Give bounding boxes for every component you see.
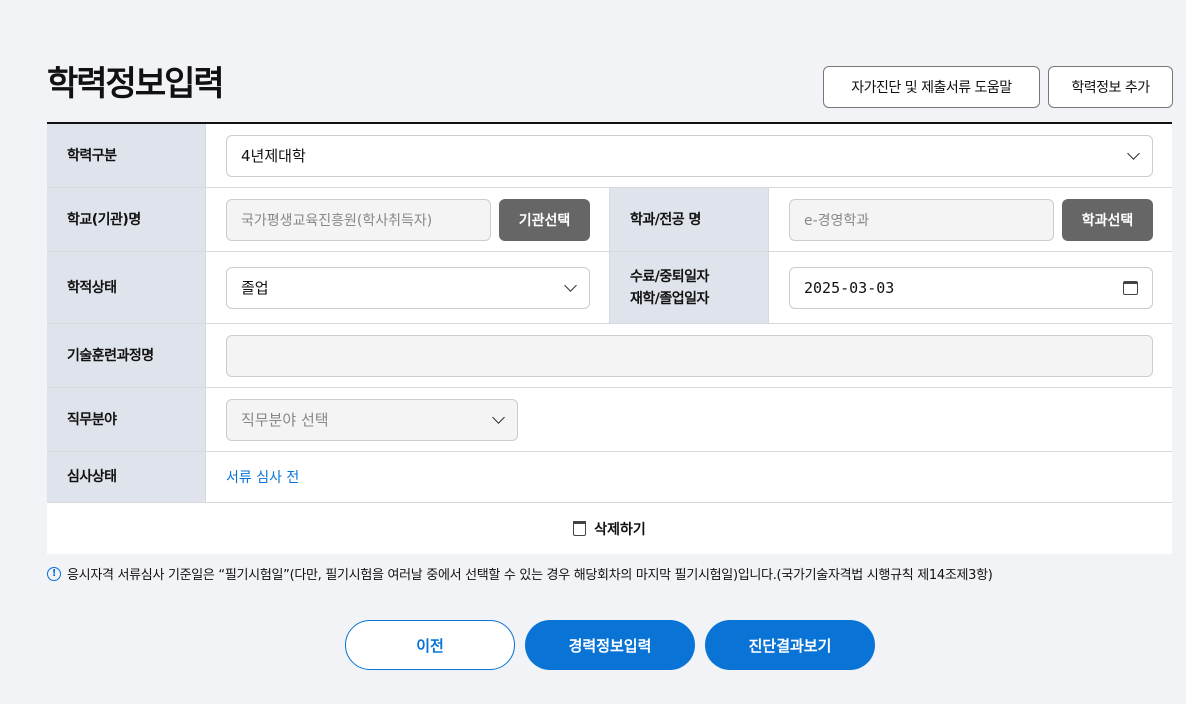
career-button[interactable]: 경력정보입력 [525, 620, 695, 670]
job-select[interactable]: 직무분야 선택 [226, 398, 518, 441]
review-status: 서류 심사 전 [226, 470, 300, 486]
job-label: 직무분야 [47, 388, 206, 451]
chevron-down-icon [564, 278, 577, 292]
review-label: 심사상태 [47, 452, 206, 502]
date-label: 수료/중퇴일자 재학/졸업일자 [609, 252, 769, 323]
select-major-button[interactable]: 학과선택 [1062, 198, 1153, 241]
school-input[interactable]: 국가평생교육진흥원(학사취득자) [226, 198, 491, 241]
chevron-down-icon [492, 410, 505, 424]
chevron-down-icon [1127, 146, 1140, 160]
education-form: 학력구분 4년제대학 학교(기관)명 국가평생교육진흥원(학사취득자) 기관선택 … [47, 122, 1172, 554]
info-icon: ! [47, 566, 61, 581]
page-title: 학력정보입력 [47, 64, 225, 104]
select-institution-button[interactable]: 기관선택 [499, 198, 590, 241]
edu-type-select[interactable]: 4년제대학 [226, 134, 1153, 177]
course-label: 기술훈련과정명 [47, 324, 206, 387]
major-input[interactable]: e-경영학과 [789, 198, 1054, 241]
major-label: 학과/전공 명 [609, 188, 769, 251]
course-input[interactable] [226, 334, 1153, 377]
calendar-icon[interactable] [1123, 280, 1138, 295]
school-label: 학교(기관)명 [47, 188, 206, 251]
prev-button[interactable]: 이전 [345, 620, 515, 670]
status-select[interactable]: 졸업 [226, 266, 590, 309]
result-button[interactable]: 진단결과보기 [705, 620, 875, 670]
trash-icon [573, 521, 587, 536]
help-button[interactable]: 자가진단 및 제출서류 도움말 [823, 66, 1040, 108]
status-label: 학적상태 [47, 252, 206, 323]
date-input[interactable]: 2025-03-03 [789, 266, 1153, 309]
edu-type-label: 학력구분 [47, 124, 206, 187]
notice: ! 응시자격 서류심사 기준일은 “필기시험일”(다만, 필기시험을 여러날 중에… [47, 564, 993, 583]
delete-button[interactable]: 삭제하기 [47, 503, 1172, 554]
add-education-button[interactable]: 학력정보 추가 [1048, 66, 1173, 108]
